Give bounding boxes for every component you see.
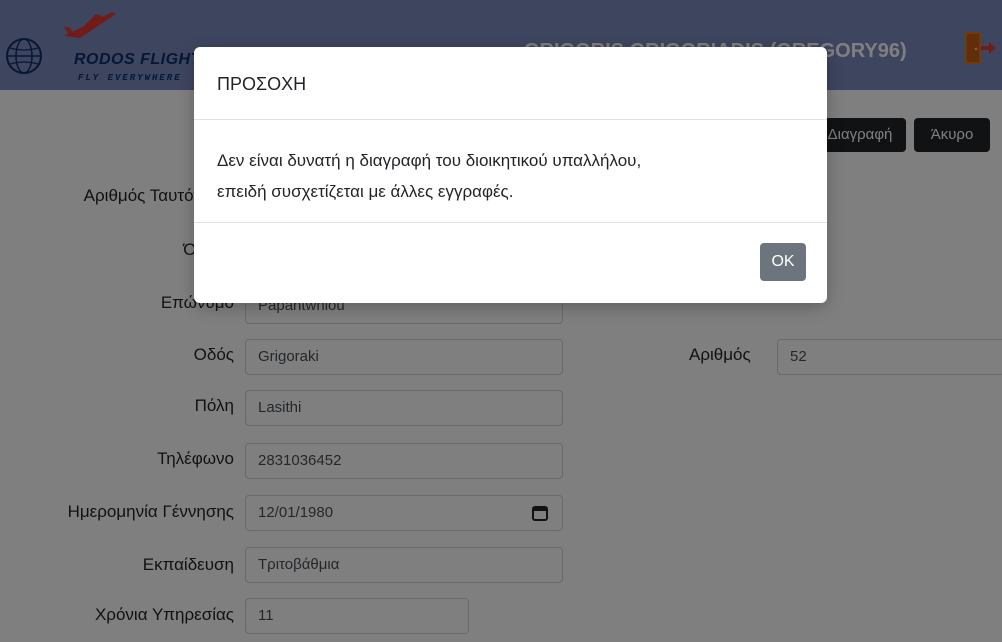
- ok-button[interactable]: OK: [760, 243, 806, 281]
- dialog-title: ΠΡΟΣΟΧΗ: [217, 74, 307, 94]
- alert-dialog: ΠΡΟΣΟΧΗ Δεν είναι δυνατή η διαγραφή του …: [194, 47, 827, 303]
- dialog-message-line2: επειδή συσχετίζεται με άλλες εγγραφές.: [217, 182, 514, 201]
- dialog-header: ΠΡΟΣΟΧΗ: [194, 47, 827, 120]
- dialog-message-line1: Δεν είναι δυνατή η διαγραφή του διοικητι…: [217, 151, 642, 170]
- dialog-message: Δεν είναι δυνατή η διαγραφή του διοικητι…: [217, 145, 807, 207]
- dialog-footer: OK: [194, 222, 827, 304]
